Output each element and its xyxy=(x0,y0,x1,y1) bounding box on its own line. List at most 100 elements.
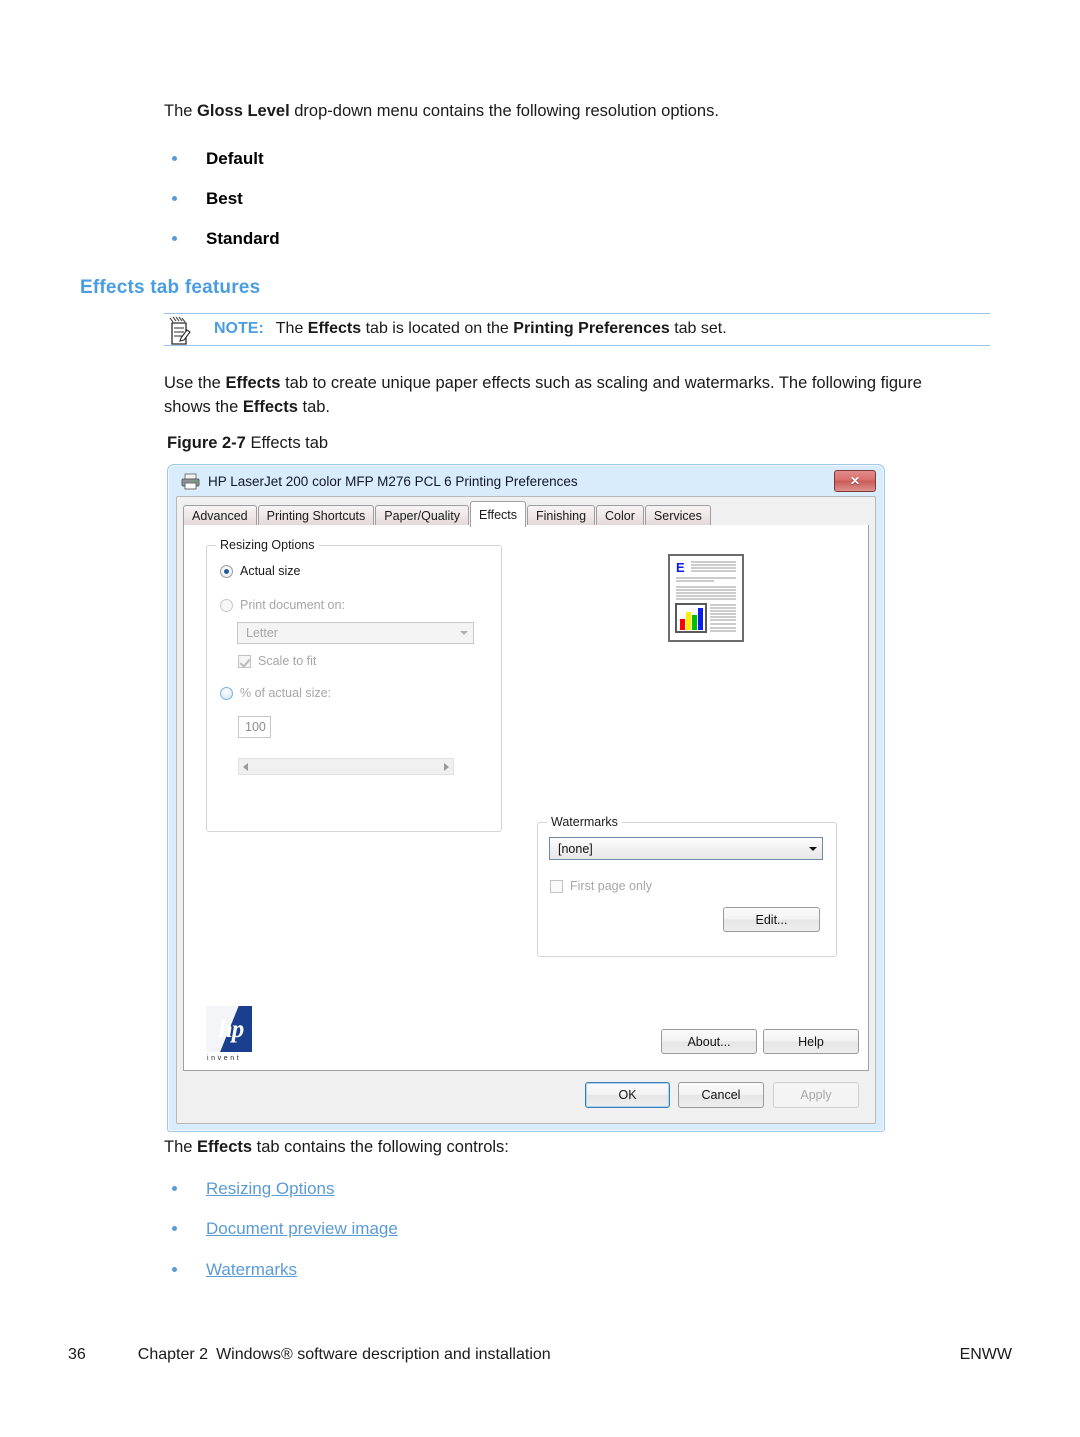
dialog-client-area: Advanced Printing Shortcuts Paper/Qualit… xyxy=(176,496,876,1124)
use-bold-effects-1: Effects xyxy=(225,374,281,392)
page-footer: 36 Chapter 2 Windows® software descripti… xyxy=(68,1346,1012,1364)
watermark-select[interactable]: [none] xyxy=(549,837,823,860)
note-content: NOTE: The Effects tab is located on the P… xyxy=(164,314,990,345)
tab-strip: Advanced Printing Shortcuts Paper/Qualit… xyxy=(183,501,869,527)
button-label: About... xyxy=(687,1034,731,1049)
footer-enww: ENWW xyxy=(959,1346,1012,1363)
radio-label: Print document on: xyxy=(240,598,345,612)
footer-chapter-title: Windows® software description and instal… xyxy=(216,1346,551,1363)
intro-prefix: The xyxy=(164,102,198,120)
controls-paragraph: The Effects tab contains the following c… xyxy=(164,1136,994,1160)
dialog-titlebar[interactable]: HP LaserJet 200 color MFP M276 PCL 6 Pri… xyxy=(171,468,881,495)
percent-value: 100 xyxy=(245,720,266,734)
scroll-left-icon[interactable] xyxy=(243,762,248,771)
document-preview-image: E xyxy=(668,554,744,642)
tab-paper-quality[interactable]: Paper/Quality xyxy=(375,505,470,526)
use-prefix: Use the xyxy=(164,374,226,392)
checkbox-first-page-only[interactable]: First page only xyxy=(550,879,652,893)
use-block: Use the Effects tab to create unique pap… xyxy=(164,372,964,434)
tab-effects[interactable]: Effects xyxy=(470,501,526,527)
controls-bold-effects: Effects xyxy=(197,1138,253,1156)
ok-button[interactable]: OK xyxy=(585,1082,670,1108)
checkbox-label: First page only xyxy=(570,879,652,893)
section-heading: Effects tab features xyxy=(80,277,261,298)
tab-advanced[interactable]: Advanced xyxy=(183,505,257,526)
scroll-right-icon[interactable] xyxy=(444,762,449,771)
gloss-option-standard: Standard xyxy=(206,229,280,249)
apply-button: Apply xyxy=(773,1082,859,1108)
button-label: Apply xyxy=(800,1088,832,1102)
intro-suffix: drop-down menu contains the following re… xyxy=(289,102,719,120)
button-label: Help xyxy=(798,1034,824,1049)
hp-tagline: invent xyxy=(207,1055,242,1062)
use-suffix: tab. xyxy=(297,397,331,416)
list-item: Resizing Options xyxy=(164,1178,724,1200)
radio-button-icon xyxy=(220,564,233,578)
help-button[interactable]: Help xyxy=(763,1029,859,1054)
gloss-option-best: Best xyxy=(206,189,243,209)
note-middle: tab is located on the xyxy=(361,320,514,337)
note-suffix: tab set. xyxy=(669,320,727,337)
close-icon: ✕ xyxy=(849,474,861,488)
hp-logo-text: hp xyxy=(218,1015,244,1043)
printer-icon xyxy=(181,473,200,490)
list-item: Best xyxy=(164,188,664,210)
controls-prefix: The xyxy=(164,1138,198,1156)
note-pad-icon xyxy=(166,316,192,346)
watermark-selected-value: [none] xyxy=(558,841,593,856)
note-label: NOTE: xyxy=(214,320,264,337)
hp-logo: hp invent xyxy=(206,1006,262,1062)
note-bold-printing-preferences: Printing Preferences xyxy=(513,320,670,337)
figure-number: Figure 2-7 xyxy=(167,434,246,452)
radio-button-icon xyxy=(220,686,233,700)
control-links-list: Resizing Options Document preview image … xyxy=(164,1178,724,1299)
radio-percent-of-actual-size[interactable]: % of actual size: xyxy=(220,686,331,700)
tab-label: Effects xyxy=(479,507,517,522)
radio-actual-size[interactable]: Actual size xyxy=(220,564,300,578)
document-page: The Gloss Level drop-down menu contains … xyxy=(0,0,1080,1437)
checkbox-icon xyxy=(238,654,251,668)
note-bold-effects: Effects xyxy=(307,320,362,337)
preview-page-svg: E xyxy=(674,560,738,636)
list-item: Default xyxy=(164,148,664,170)
cancel-button[interactable]: Cancel xyxy=(678,1082,764,1108)
gloss-level-bold: Gloss Level xyxy=(197,102,290,120)
close-button[interactable]: ✕ xyxy=(834,470,876,492)
note-block: NOTE: The Effects tab is located on the P… xyxy=(164,313,990,346)
chevron-down-icon xyxy=(803,838,822,859)
button-label: OK xyxy=(618,1088,637,1102)
tab-label: Printing Shortcuts xyxy=(266,509,366,523)
tab-finishing[interactable]: Finishing xyxy=(527,505,596,526)
link-watermarks[interactable]: Watermarks xyxy=(206,1260,297,1279)
printing-preferences-dialog: HP LaserJet 200 color MFP M276 PCL 6 Pri… xyxy=(167,464,885,1132)
percent-scrollbar[interactable] xyxy=(238,758,454,775)
watermarks-group: Watermarks [none] First page only Edit..… xyxy=(537,815,837,957)
watermark-edit-button[interactable]: Edit... xyxy=(723,907,820,932)
controls-block: The Effects tab contains the following c… xyxy=(164,1136,994,1174)
list-item: Watermarks xyxy=(164,1259,724,1281)
about-button[interactable]: About... xyxy=(661,1029,757,1054)
tab-color[interactable]: Color xyxy=(596,505,644,526)
figure-caption: Figure 2-7 Effects tab xyxy=(167,434,328,453)
tab-services[interactable]: Services xyxy=(644,505,711,526)
percent-value-input[interactable]: 100 xyxy=(238,716,271,738)
radio-label: % of actual size: xyxy=(240,686,332,700)
use-paragraph: Use the Effects tab to create unique pap… xyxy=(164,372,964,420)
intro-paragraph: The Gloss Level drop-down menu contains … xyxy=(164,100,994,124)
tab-printing-shortcuts[interactable]: Printing Shortcuts xyxy=(257,505,375,526)
link-document-preview-image[interactable]: Document preview image xyxy=(206,1219,398,1238)
button-label: Cancel xyxy=(701,1088,741,1102)
gloss-option-default: Default xyxy=(206,149,264,168)
tab-label: Advanced xyxy=(192,509,248,523)
effects-tab-page: Resizing Options Actual size Print docum… xyxy=(183,525,869,1071)
tab-label: Services xyxy=(653,509,702,523)
footer-chapter: Chapter 2 xyxy=(137,1346,209,1363)
radio-print-document-on[interactable]: Print document on: xyxy=(220,598,345,612)
paper-size-combobox[interactable]: Letter xyxy=(237,622,474,644)
link-resizing-options[interactable]: Resizing Options xyxy=(206,1179,335,1198)
tab-label: Finishing xyxy=(536,509,587,523)
watermarks-legend: Watermarks xyxy=(547,815,622,829)
page-number: 36 xyxy=(68,1346,86,1363)
checkbox-scale-to-fit[interactable]: Scale to fit xyxy=(238,654,316,668)
use-bold-effects-2: Effects xyxy=(242,397,298,416)
